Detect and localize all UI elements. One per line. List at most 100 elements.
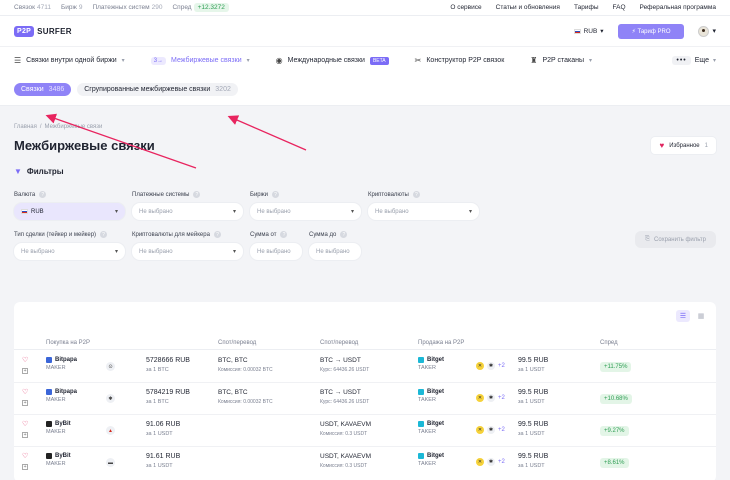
filter-amount-to: Сумма до? Не выбрано [309, 231, 361, 260]
help-icon[interactable]: ? [340, 231, 348, 238]
filter-exchanges: Биржи? Не выбрано ▾ [250, 191, 361, 220]
payment-icon: ✱ [487, 362, 495, 370]
help-icon[interactable]: ? [412, 191, 420, 198]
link-faq[interactable]: FAQ [613, 4, 626, 11]
help-icon[interactable]: ? [193, 191, 201, 198]
table-row[interactable]: ♡ + Bitpapa MAKER ✱ 5784219 RUB за 1 BTC … [14, 383, 716, 415]
help-icon[interactable]: ? [39, 191, 47, 198]
payment-method-icon: ⊙ [106, 362, 115, 371]
chevron-down-icon: ▾ [246, 58, 250, 64]
sliders-icon: ☰ [14, 56, 22, 65]
exchanges-select[interactable]: Не выбрано ▾ [250, 203, 361, 220]
chevron-down-icon: ▾ [350, 209, 354, 215]
more-payments[interactable]: +2 [498, 459, 505, 465]
breadcrumb-home[interactable]: Главная [14, 124, 37, 130]
breadcrumb-separator: / [39, 124, 42, 130]
nav-label: Связки внутри одной биржи [26, 57, 117, 64]
payment-method-icon: ▬ [106, 458, 115, 467]
maker-crypto-select[interactable]: Не выбрано ▾ [132, 243, 243, 260]
chevron-down-icon: ▾ [712, 58, 716, 64]
nav-item-interexchange[interactable]: 3→ Межбиржевые связки ▾ [150, 56, 250, 65]
stat-bundles: Связок 4711 [14, 4, 51, 11]
save-filter-button[interactable]: ⎘ Сохранить фильтр [635, 231, 716, 248]
heart-icon: ♥ [659, 141, 665, 150]
payment-icons: ✕ ✱ +2 [476, 426, 505, 434]
spot2-cell: USDT, KAVAEVM Комиссия: 0.3 USDT [320, 453, 372, 469]
filter-label: Биржи? [250, 191, 361, 198]
heart-outline-icon[interactable]: ♡ [22, 357, 28, 364]
sell-exchange: Bitget TAKER [418, 453, 444, 467]
currency-select[interactable]: RUB ▾ [14, 203, 125, 220]
spread-badge: +11.75% [600, 362, 632, 372]
table-row[interactable]: ♡ + ByBit MAKER ▬ 91.61 RUB за 1 USDT USD… [14, 447, 716, 479]
filter-crypto: Криптовалюты? Не выбрано ▾ [368, 191, 479, 220]
more-payments[interactable]: +2 [498, 395, 505, 401]
help-icon[interactable]: ? [100, 231, 108, 238]
logo[interactable]: P2P SURFER [14, 25, 72, 37]
globe-icon: ◉ [275, 56, 283, 65]
expand-icon[interactable]: + [22, 464, 29, 470]
link-about[interactable]: О сервисе [450, 4, 481, 11]
sell-price: 99.5 RUB за 1 USDT [518, 453, 549, 469]
row-actions: ♡ + [22, 453, 28, 470]
row-actions: ♡ + [22, 421, 28, 438]
filter-deal-type: Тип сделки (тейкер и мейкер)? Не выбрано… [14, 231, 125, 260]
chevron-down-icon: ▾ [589, 58, 593, 64]
heart-outline-icon[interactable]: ♡ [22, 453, 28, 460]
nav-item-order-books[interactable]: ♜ P2P стаканы ▾ [530, 56, 592, 65]
heart-outline-icon[interactable]: ♡ [22, 389, 28, 396]
tab-bundles[interactable]: Связки 3486 [14, 83, 72, 96]
filter-label: Платежные системы? [132, 191, 243, 198]
chevron-down-icon: ▾ [232, 209, 236, 215]
col-header-spot1: Спот/перевод [218, 339, 257, 346]
help-icon[interactable]: ? [280, 231, 288, 238]
save-filter-label: Сохранить фильтр [653, 236, 706, 243]
filter-label: Валюта? [14, 191, 125, 198]
link-tariffs[interactable]: Тарифы [574, 4, 599, 11]
heart-outline-icon[interactable]: ♡ [22, 421, 28, 428]
tab-grouped-bundles[interactable]: Сгрупированные межбиржевые связки 3202 [77, 83, 238, 96]
crypto-select[interactable]: Не выбрано ▾ [368, 203, 479, 220]
table-row[interactable]: ♡ + Bitpapa MAKER ⊙ 5728666 RUB за 1 BTC … [14, 351, 716, 383]
bybit-logo-icon [46, 421, 52, 427]
link-referral[interactable]: Реферальная программа [640, 4, 716, 11]
payment-systems-select[interactable]: Не выбрано ▾ [132, 203, 243, 220]
currency-select[interactable]: RUB ▾ [573, 27, 604, 35]
nav-more[interactable]: ••• Еще ▾ [672, 56, 716, 65]
payment-icon: ✕ [476, 426, 484, 434]
more-payments[interactable]: +2 [498, 363, 505, 369]
expand-icon[interactable]: + [22, 400, 29, 406]
more-payments[interactable]: +2 [498, 427, 505, 433]
filter-label: Сумма до? [309, 231, 361, 238]
payment-method-icon: ✱ [106, 394, 115, 403]
amount-from-input[interactable]: Не выбрано [250, 243, 302, 260]
nav-item-single-exchange[interactable]: ☰ Связки внутри одной биржи ▾ [14, 56, 125, 65]
help-icon[interactable]: ? [272, 191, 279, 198]
profile-menu[interactable]: ▾ [698, 25, 716, 37]
favorites-button[interactable]: ♥ Избранное 1 [651, 137, 716, 154]
filters-heading[interactable]: ▼ Фильтры [14, 167, 716, 176]
select-value: Не выбрано [21, 248, 55, 255]
help-icon[interactable]: ? [213, 231, 221, 238]
expand-icon[interactable]: + [22, 368, 29, 374]
nav-item-constructor[interactable]: ✂ Конструктор P2P связок [415, 56, 505, 65]
grid-view-icon[interactable]: ▦ [694, 310, 708, 322]
spread-badge: +10.68% [600, 394, 632, 404]
tariff-button[interactable]: ⚡ Тариф PRO [617, 23, 685, 39]
list-view-icon[interactable]: ☰ [676, 310, 690, 322]
nav-item-international[interactable]: ◉ Международные связки BETA [276, 56, 389, 65]
nav-label: Межбиржевые связки [171, 57, 242, 64]
top-links: О сервисе Статьи и обновления Тарифы FAQ… [450, 4, 716, 11]
row-actions: ♡ + [22, 389, 28, 406]
select-value: RUB [31, 208, 44, 215]
filter-amount-from: Сумма от? Не выбрано [250, 231, 302, 260]
table-row[interactable]: ♡ + ByBit MAKER ▲ 91.06 RUB за 1 USDT USD… [14, 415, 716, 447]
bitget-logo-icon [418, 389, 424, 395]
payment-icons: ✕ ✱ +2 [476, 394, 505, 402]
link-articles[interactable]: Статьи и обновления [496, 4, 560, 11]
buy-price: 91.06 RUB за 1 USDT [146, 421, 181, 437]
deal-type-select[interactable]: Не выбрано ▾ [14, 243, 125, 260]
stat-payment-systems: Платежных систем 290 [92, 4, 163, 11]
amount-to-input[interactable]: Не выбрано [309, 243, 361, 260]
expand-icon[interactable]: + [22, 432, 29, 438]
